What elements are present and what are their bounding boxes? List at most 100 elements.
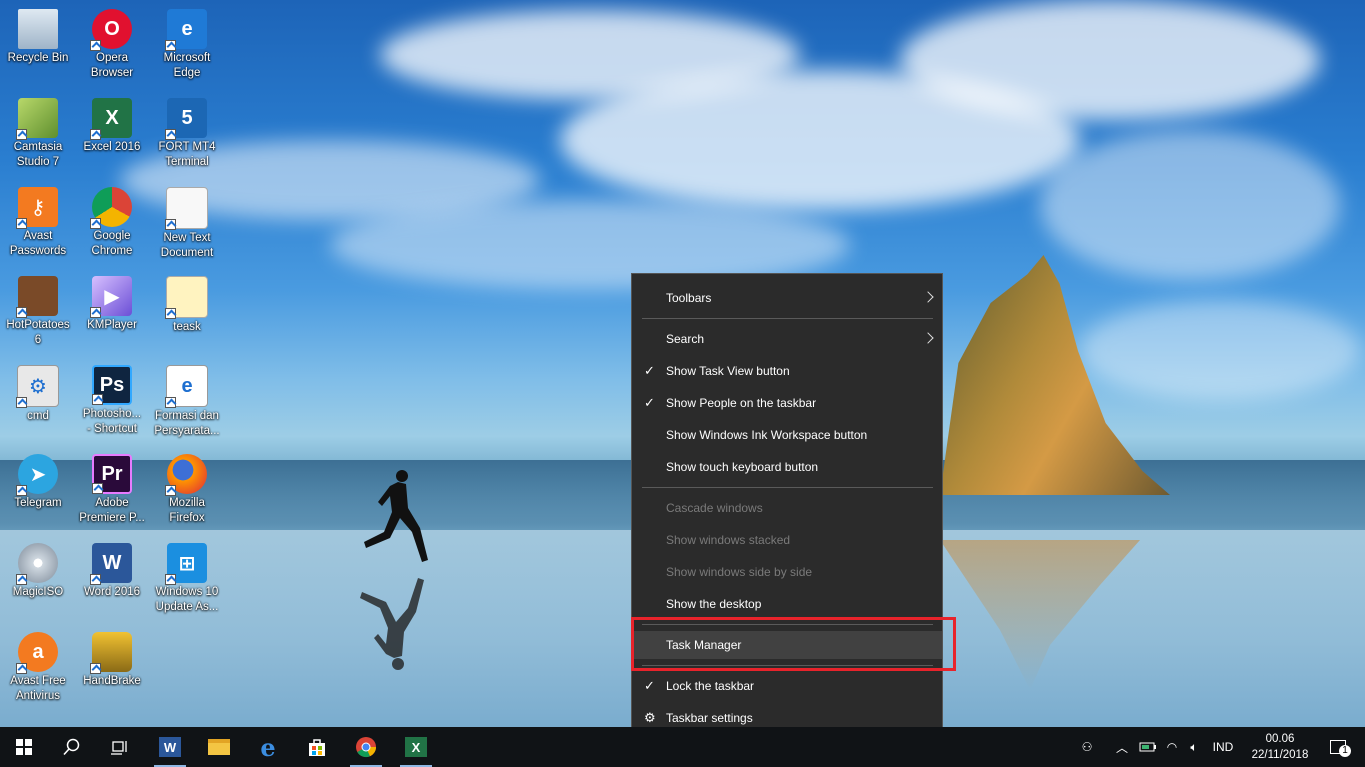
magiciso-icon: [16, 543, 58, 585]
shortcut-arrow-icon: [92, 394, 103, 405]
taskbar-chrome[interactable]: [342, 727, 390, 767]
word-icon: W: [159, 737, 181, 757]
desktop-icon-label: Opera Browser: [90, 52, 134, 79]
battery-icon: [1139, 742, 1156, 752]
taskbar-edge[interactable]: e: [244, 727, 292, 767]
menu-item-toolbars[interactable]: Toolbars: [632, 284, 942, 312]
desktop-icon-label: Google Chrome: [91, 230, 133, 257]
volume-button[interactable]: 🔈︎: [1182, 727, 1206, 767]
speaker-icon: 🔈︎: [1190, 739, 1198, 754]
desktop-icon-label: Formasi dan Persyarata...: [154, 410, 220, 437]
desktop-icon-word[interactable]: W Word 2016: [74, 539, 150, 625]
shortcut-arrow-icon: [16, 397, 27, 408]
telegram-icon: ➤: [16, 454, 58, 496]
battery-button[interactable]: [1136, 727, 1160, 767]
search-icon: [63, 738, 80, 756]
desktop-icon-photoshop[interactable]: Ps Photosho... - Shortcut: [74, 361, 150, 447]
desktop-icon-premiere[interactable]: Pr Adobe Premiere P...: [74, 450, 150, 536]
desktop-icon-label: Avast Passwords: [9, 230, 67, 257]
menu-item-show-ink-workspace[interactable]: Show Windows Ink Workspace button: [632, 421, 942, 449]
notification-count-badge: 1: [1339, 745, 1351, 757]
shortcut-arrow-icon: [165, 574, 176, 585]
shortcut-arrow-icon: [90, 218, 101, 229]
taskbar-excel[interactable]: X: [392, 727, 440, 767]
excel-icon: X: [90, 98, 132, 140]
task-manager-highlight-box: [631, 617, 956, 671]
desktop-icon-label: Microsoft Edge: [163, 52, 211, 79]
input-language-button[interactable]: IND: [1208, 727, 1238, 767]
desktop-icon-mt4[interactable]: 5 FORT MT4 Terminal: [149, 94, 225, 180]
desktop-icon-excel[interactable]: X Excel 2016: [74, 94, 150, 180]
task-view-icon: [111, 741, 127, 755]
taskbar-file-explorer[interactable]: [195, 727, 243, 767]
opera-icon: O: [90, 9, 132, 51]
action-center-button[interactable]: 1: [1318, 727, 1358, 767]
file-icon: [165, 276, 208, 319]
recycle-bin-icon: [18, 9, 58, 49]
desktop-icon-kmplayer[interactable]: ▶ KMPlayer: [74, 272, 150, 358]
pdf-icon: e: [165, 365, 208, 408]
avast-passwords-icon: ⚷: [16, 187, 58, 229]
windows-update-icon: ⊞: [165, 543, 207, 585]
cmd-icon: ⚙: [16, 365, 59, 408]
desktop-icon-text-document[interactable]: New Text Document: [149, 183, 225, 269]
desktop-icon-label: HotPotatoes 6: [6, 319, 70, 346]
desktop-icon-label: New Text Document: [160, 232, 214, 259]
desktop-icon-camtasia[interactable]: Camtasia Studio 7: [0, 94, 76, 180]
desktop-icon-edge[interactable]: e Microsoft Edge: [149, 5, 225, 91]
desktop-icon-label: MagicISO: [12, 586, 64, 598]
network-button[interactable]: ◠: [1160, 727, 1184, 767]
taskbar-word[interactable]: W: [146, 727, 194, 767]
desktop-icon-recycle-bin[interactable]: Recycle Bin: [0, 5, 76, 91]
desktop-icon-label: Telegram: [14, 497, 62, 509]
shortcut-arrow-icon: [165, 219, 176, 230]
start-button[interactable]: [0, 727, 48, 767]
clock[interactable]: 00.06 22/11/2018: [1240, 731, 1320, 763]
desktop-icon-file[interactable]: teask: [149, 272, 225, 358]
desktop-icon-magiciso[interactable]: MagicISO: [0, 539, 76, 625]
desktop-icon-label: Excel 2016: [83, 141, 141, 153]
menu-item-show-people[interactable]: ✓ Show People on the taskbar: [632, 389, 942, 417]
shortcut-arrow-icon: [165, 397, 176, 408]
edge-icon: e: [165, 9, 207, 51]
taskbar-store[interactable]: [293, 727, 341, 767]
mt4-icon: 5: [165, 98, 207, 140]
desktop-icon-cmd[interactable]: ⚙ cmd: [0, 361, 76, 447]
show-hidden-icons-button[interactable]: ︿: [1110, 727, 1134, 767]
menu-item-search[interactable]: Search: [632, 325, 942, 353]
desktop-icon-chrome[interactable]: Google Chrome: [74, 183, 150, 269]
desktop-icon-telegram[interactable]: ➤ Telegram: [0, 450, 76, 536]
menu-item-windows-side-by-side: Show windows side by side: [666, 565, 813, 579]
file-explorer-icon: [208, 739, 230, 755]
desktop-icon-firefox[interactable]: Mozilla Firefox: [149, 450, 225, 536]
menu-item-lock-taskbar[interactable]: ✓ Lock the taskbar: [632, 672, 942, 700]
firefox-icon: [165, 454, 207, 496]
desktop-icon-pdf[interactable]: e Formasi dan Persyarata...: [149, 361, 225, 447]
desktop-icon-label: Camtasia Studio 7: [13, 141, 63, 168]
camtasia-icon: [16, 98, 58, 140]
shortcut-arrow-icon: [165, 40, 176, 51]
menu-item-show-touch-keyboard[interactable]: Show touch keyboard button: [632, 453, 942, 481]
people-button[interactable]: ⚇: [1074, 727, 1100, 767]
menu-item-show-task-view[interactable]: ✓ Show Task View button: [632, 357, 942, 385]
shortcut-arrow-icon: [165, 129, 176, 140]
desktop-icon-avast[interactable]: a Avast Free Antivirus: [0, 628, 76, 714]
desktop-icon-label: HandBrake: [83, 675, 141, 687]
desktop-icon-label: Recycle Bin: [7, 52, 69, 64]
desktop-icon-label: KMPlayer: [87, 319, 137, 331]
handbrake-icon: [90, 632, 132, 674]
checkmark-icon: ✓: [644, 678, 655, 693]
desktop-icon-hotpotatoes[interactable]: HotPotatoes 6: [0, 272, 76, 358]
photoshop-icon: Ps: [92, 365, 132, 405]
menu-item-show-desktop[interactable]: Show the desktop: [632, 590, 942, 618]
search-button[interactable]: [48, 727, 96, 767]
kmplayer-icon: ▶: [90, 276, 132, 318]
desktop-icon-windows-update[interactable]: ⊞ Windows 10 Update As...: [149, 539, 225, 625]
shortcut-arrow-icon: [16, 574, 27, 585]
edge-icon: e: [260, 732, 276, 762]
desktop-icon-avast-passwords[interactable]: ⚷ Avast Passwords: [0, 183, 76, 269]
desktop-icon-opera[interactable]: O Opera Browser: [74, 5, 150, 91]
desktop-icon-handbrake[interactable]: HandBrake: [74, 628, 150, 714]
task-view-button[interactable]: [96, 727, 144, 767]
shortcut-arrow-icon: [16, 307, 27, 318]
